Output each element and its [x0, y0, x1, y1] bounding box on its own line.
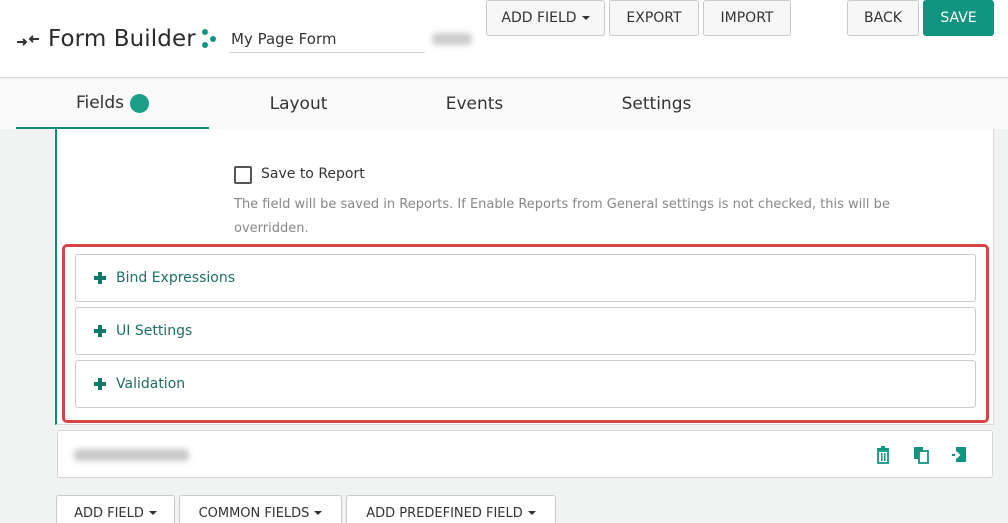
- save-to-report-help-text: The field will be saved in Reports. If E…: [234, 197, 890, 236]
- tab-fields-label: Fields: [75, 93, 125, 113]
- plus-icon: [94, 325, 106, 337]
- add-field-dropdown-button[interactable]: ADD FIELD: [486, 0, 605, 36]
- tab-layout[interactable]: Layout: [202, 79, 395, 129]
- plus-icon: [94, 378, 106, 390]
- common-fields-label: COMMON FIELDS: [198, 505, 310, 521]
- move-icon[interactable]: [951, 446, 967, 464]
- plus-icon: [94, 272, 106, 284]
- tab-events-label: Events: [445, 94, 504, 114]
- collapse-toggle-icon[interactable]: [16, 28, 40, 50]
- tab-bar: Fields Layout Events Settings: [0, 79, 1008, 129]
- caret-down-icon: [581, 16, 590, 20]
- accordion-label: Bind Expressions: [116, 270, 235, 286]
- accordion-bind-expressions[interactable]: Bind Expressions: [75, 254, 976, 302]
- accordion-label: Validation: [116, 376, 186, 392]
- caret-down-icon: [314, 511, 323, 515]
- accordion-validation[interactable]: Validation: [75, 360, 976, 408]
- field-row-collapsed[interactable]: [57, 430, 993, 478]
- bottom-add-field-button[interactable]: ADD FIELD: [56, 495, 175, 523]
- save-to-report-checkbox[interactable]: [234, 166, 252, 184]
- tab-layout-label: Layout: [269, 94, 328, 114]
- form-name-input[interactable]: [229, 26, 425, 53]
- accordion-label: UI Settings: [116, 323, 193, 339]
- caret-down-icon: [527, 511, 536, 515]
- save-to-report-label: Save to Report: [261, 166, 365, 182]
- tab-settings-label: Settings: [621, 94, 692, 114]
- field-row-label: [74, 449, 189, 461]
- add-field-button-label: ADD FIELD: [501, 10, 577, 26]
- export-button[interactable]: EXPORT: [609, 0, 699, 36]
- app-header: Form Builder ADD FIELD EXPORT IMPORT BAC…: [0, 0, 1008, 78]
- share-nodes-icon[interactable]: [200, 28, 218, 48]
- add-predefined-field-label: ADD PREDEFINED FIELD: [366, 505, 523, 521]
- tab-settings[interactable]: Settings: [560, 79, 753, 129]
- copy-icon[interactable]: [913, 446, 929, 464]
- bottom-add-field-label: ADD FIELD: [74, 505, 144, 521]
- tab-events[interactable]: Events: [378, 79, 571, 129]
- import-button[interactable]: IMPORT: [703, 0, 791, 36]
- add-predefined-field-button[interactable]: ADD PREDEFINED FIELD: [346, 495, 556, 523]
- form-status-tag: [432, 33, 472, 45]
- fields-badge-icon: [130, 93, 150, 113]
- common-fields-button[interactable]: COMMON FIELDS: [179, 495, 342, 523]
- back-button[interactable]: BACK: [847, 0, 919, 36]
- trash-icon[interactable]: [875, 446, 891, 464]
- accordion-ui-settings[interactable]: UI Settings: [75, 307, 976, 355]
- tab-fields[interactable]: Fields: [16, 79, 209, 129]
- caret-down-icon: [148, 511, 157, 515]
- save-button[interactable]: SAVE: [923, 0, 994, 36]
- page-title: Form Builder: [48, 26, 196, 52]
